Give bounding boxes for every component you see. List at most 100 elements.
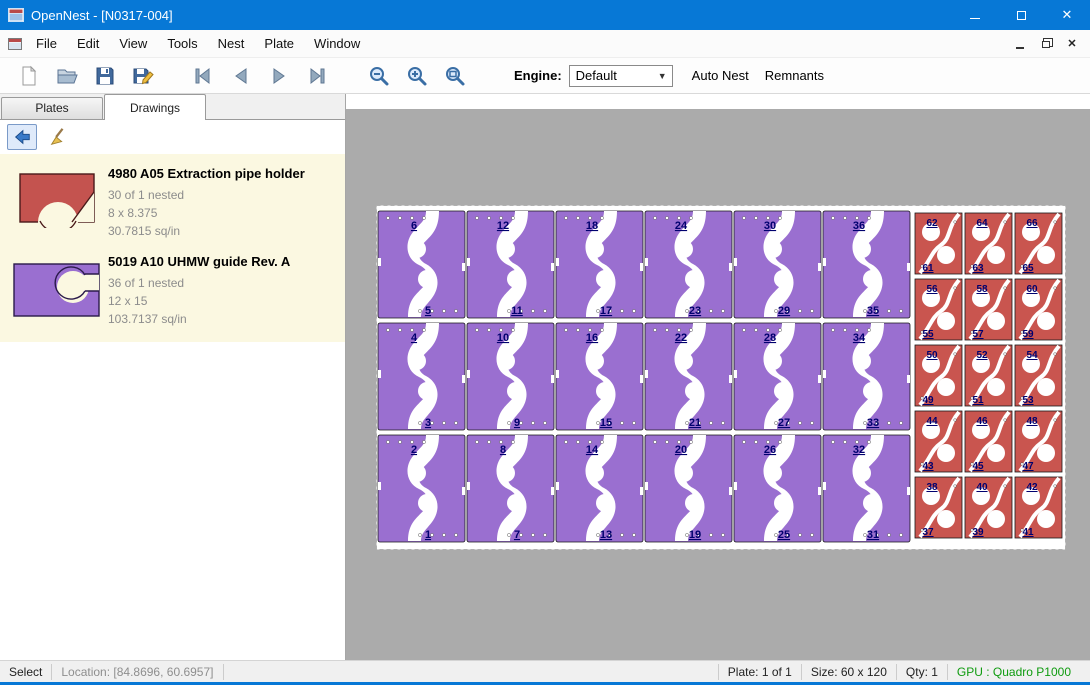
menu-window[interactable]: Window <box>304 30 370 57</box>
nest-canvas[interactable]: 6512111817242330293635431091615222128273… <box>346 94 1090 660</box>
nested-part-pair-red[interactable]: 5049 <box>915 345 962 406</box>
part-number: 25 <box>778 529 790 541</box>
nested-part-pair-purple[interactable]: 1211 <box>467 211 554 318</box>
nested-part-pair-red[interactable]: 6261 <box>915 213 962 274</box>
nested-part-pair-red[interactable]: 3837 <box>915 477 962 538</box>
nested-part-pair-purple[interactable]: 21 <box>378 435 465 542</box>
save-icon <box>94 65 116 87</box>
nested-part-pair-purple[interactable]: 2827 <box>734 323 821 430</box>
part-number: 47 <box>1022 461 1034 472</box>
nested-part-pair-red[interactable]: 48 47 <box>1015 411 1062 472</box>
nested-part-pair-purple[interactable]: 87 <box>467 435 554 542</box>
drawing-item-extraction-pipe-holder[interactable]: 4980 A05 Extraction pipe holder 30 of 1 … <box>0 158 345 246</box>
first-plate-button[interactable] <box>186 61 220 91</box>
nested-part-pair-purple[interactable]: 2423 <box>645 211 732 318</box>
nested-part-pair-red[interactable]: 5655 <box>915 279 962 340</box>
nested-part-pair-purple[interactable]: 3635 <box>823 211 910 318</box>
part-number: 48 <box>1026 416 1038 427</box>
part-number: 14 <box>586 444 599 456</box>
nested-part-pair-red[interactable]: 5857 <box>965 279 1012 340</box>
zoom-group <box>358 61 472 91</box>
window-controls: ✕ <box>952 0 1090 30</box>
nested-part-pair-purple[interactable]: 1817 <box>556 211 643 318</box>
status-plate: Plate: 1 of 1 <box>719 665 801 679</box>
zoom-in-button[interactable] <box>400 61 434 91</box>
nested-part-pair-red[interactable]: 4039 <box>965 477 1012 538</box>
menu-view[interactable]: View <box>109 30 157 57</box>
close-icon: ✕ <box>1062 7 1073 23</box>
nested-part-pair-purple[interactable]: 65 <box>378 211 465 318</box>
part-thumbnail-purple <box>6 254 108 328</box>
auto-nest-button[interactable]: Auto Nest <box>688 64 753 87</box>
part-number: 53 <box>1022 395 1034 406</box>
nested-part-pair-red[interactable]: 6059 <box>1015 279 1062 340</box>
part-number: 18 <box>586 220 598 232</box>
maximize-icon <box>1017 11 1026 20</box>
menu-edit[interactable]: Edit <box>67 30 109 57</box>
save-button[interactable] <box>88 61 122 91</box>
menu-file[interactable]: File <box>26 30 67 57</box>
drawing-nested-count: 30 of 1 nested <box>108 186 339 204</box>
status-qty: Qty: 1 <box>897 665 947 679</box>
nested-part-pair-purple[interactable]: 43 <box>378 323 465 430</box>
nested-part-pair-purple[interactable]: 14 13 <box>556 435 643 542</box>
menu-nest[interactable]: Nest <box>208 30 255 57</box>
part-number: 11 <box>511 305 523 317</box>
nested-part-pair-red[interactable]: 6665 <box>1015 213 1062 274</box>
toolbar: Engine: Default ▼ Auto Nest Remnants <box>0 57 1090 94</box>
import-drawing-button[interactable] <box>7 124 37 150</box>
nested-part-pair-red[interactable]: 6463 <box>965 213 1012 274</box>
next-plate-button[interactable] <box>262 61 296 91</box>
close-button[interactable]: ✕ <box>1044 0 1090 30</box>
nested-part-pair-purple[interactable]: 1615 <box>556 323 643 430</box>
titlebar: OpenNest - [N0317-004] ✕ <box>0 0 1090 30</box>
nested-part-pair-purple[interactable]: 2019 <box>645 435 732 542</box>
nested-part-pair-red[interactable]: 4645 <box>965 411 1012 472</box>
nested-part-pair-purple[interactable]: 109 <box>467 323 554 430</box>
part-number: 26 <box>764 444 776 456</box>
nested-part-pair-purple[interactable]: 3433 <box>823 323 910 430</box>
drawing-item-uhmw-guide[interactable]: 5019 A10 UHMW guide Rev. A 36 of 1 neste… <box>0 246 345 334</box>
nested-part-pair-red[interactable]: 4443 <box>915 411 962 472</box>
part-thumbnail-red <box>6 166 108 240</box>
part-number: 13 <box>600 529 612 541</box>
mdi-minimize-button[interactable] <box>1010 35 1030 53</box>
part-number: 66 <box>1026 218 1038 229</box>
drawing-item-meta: 5019 A10 UHMW guide Rev. A 36 of 1 neste… <box>108 254 339 328</box>
resize-grip[interactable] <box>1080 661 1090 682</box>
zoom-out-button[interactable] <box>362 61 396 91</box>
zoom-fit-button[interactable] <box>438 61 472 91</box>
previous-plate-button[interactable] <box>224 61 258 91</box>
part-number: 58 <box>976 284 988 295</box>
nested-part-pair-purple[interactable]: 26 25 <box>734 435 821 542</box>
remnants-button[interactable]: Remnants <box>761 64 828 87</box>
open-button[interactable] <box>50 61 84 91</box>
maximize-button[interactable] <box>998 0 1044 30</box>
plate-drawing[interactable]: 6512111817242330293635431091615222128273… <box>376 205 1066 550</box>
clean-button[interactable] <box>43 124 73 150</box>
nested-part-pair-purple[interactable]: 3231 <box>823 435 910 542</box>
tab-plates[interactable]: Plates <box>1 97 103 119</box>
nested-part-pair-red[interactable]: 4241 <box>1015 477 1062 538</box>
last-plate-button[interactable] <box>300 61 334 91</box>
nested-part-pair-purple[interactable]: 2221 <box>645 323 732 430</box>
mdi-restore-button[interactable] <box>1036 35 1056 53</box>
minimize-button[interactable] <box>952 0 998 30</box>
part-number: 15 <box>600 417 612 429</box>
part-number: 23 <box>689 305 701 317</box>
plate-sheet[interactable]: 6512111817242330293635431091615222128273… <box>376 205 1066 550</box>
part-number: 5 <box>425 305 431 317</box>
menu-tools[interactable]: Tools <box>157 30 207 57</box>
engine-select[interactable]: Default ▼ <box>569 65 673 87</box>
nested-part-pair-purple[interactable]: 3029 <box>734 211 821 318</box>
save-as-button[interactable] <box>126 61 160 91</box>
new-button[interactable] <box>12 61 46 91</box>
tab-drawings[interactable]: Drawings <box>104 94 206 120</box>
nested-part-pair-red[interactable]: 5453 <box>1015 345 1062 406</box>
mdi-document-icon[interactable] <box>8 38 22 50</box>
part-number: 37 <box>922 527 934 538</box>
nested-part-pair-red[interactable]: 5251 <box>965 345 1012 406</box>
sidebar-tabstrip: Plates Drawings <box>0 94 345 120</box>
menu-plate[interactable]: Plate <box>254 30 304 57</box>
mdi-close-button[interactable]: ✕ <box>1062 35 1082 53</box>
